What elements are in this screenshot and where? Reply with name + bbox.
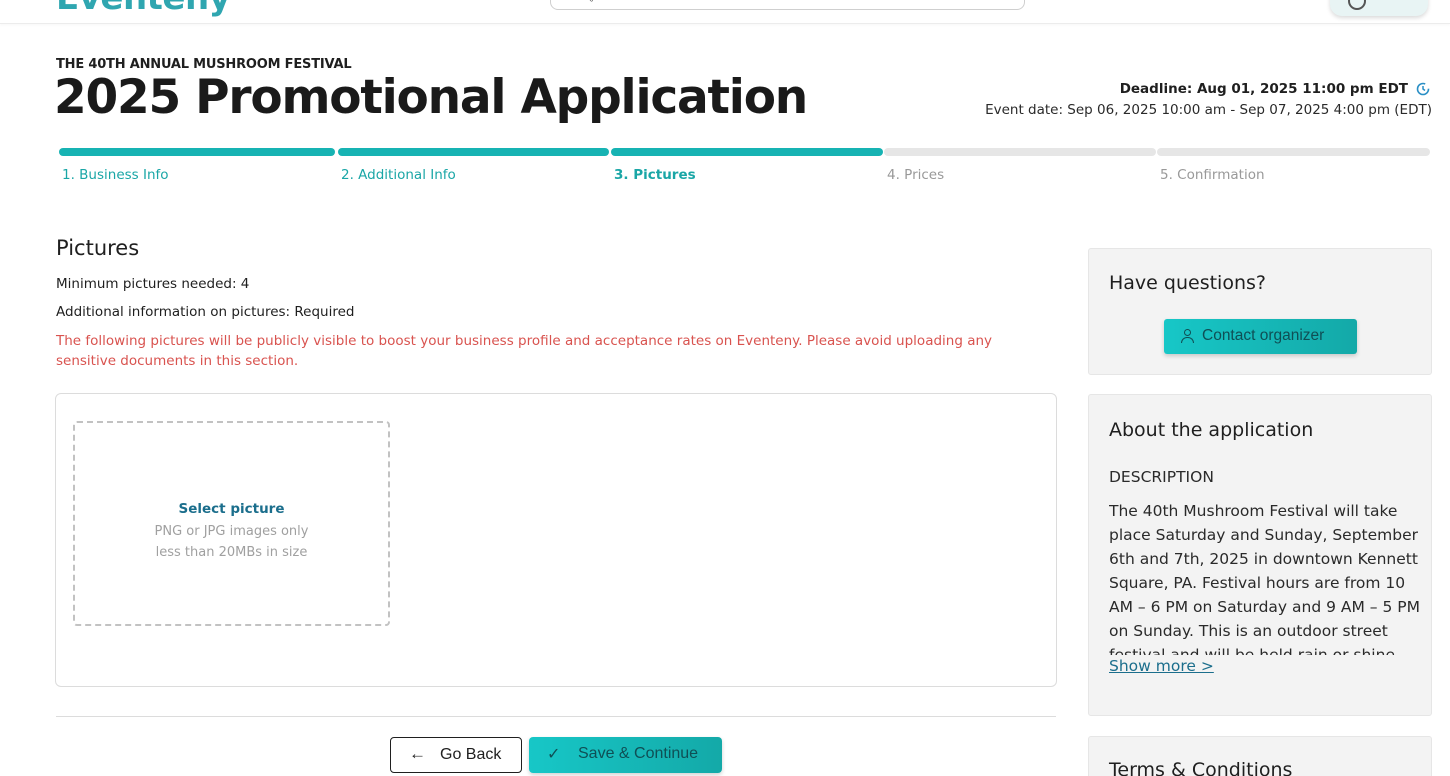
deadline-text: Deadline: Aug 01, 2025 11:00 pm EDT: [1119, 81, 1408, 97]
minimum-pictures-text: Minimum pictures needed: 4: [56, 276, 250, 292]
go-back-label: Go Back: [440, 746, 502, 763]
step-prices[interactable]: 4. Prices: [882, 148, 1156, 188]
search-icon: 🔍︎: [577, 0, 595, 3]
contact-organizer-button[interactable]: Contact organizer: [1164, 319, 1357, 354]
section-title: Pictures: [56, 236, 140, 260]
clock-icon: [1416, 82, 1430, 96]
step-pictures[interactable]: 3. Pictures: [609, 148, 883, 188]
event-date-text: Event date: Sep 06, 2025 10:00 am - Sep …: [985, 102, 1432, 118]
step-progress-bar: [611, 148, 883, 156]
additional-info-text: Additional information on pictures: Requ…: [56, 304, 355, 320]
step-label: 3. Pictures: [614, 167, 696, 183]
user-menu-button[interactable]: [1330, 0, 1428, 16]
step-confirmation[interactable]: 5. Confirmation: [1155, 148, 1430, 188]
step-progress-bar: [59, 148, 335, 156]
step-progress-bar: [338, 148, 609, 156]
step-label: 2. Additional Info: [341, 167, 456, 183]
eventeny-logo[interactable]: Eventeny: [56, 0, 231, 18]
description-text: The 40th Mushroom Festival will take pla…: [1109, 502, 1420, 655]
step-additional-info[interactable]: 2. Additional Info: [336, 148, 610, 188]
user-icon: [1348, 0, 1366, 10]
go-back-button[interactable]: ← Go Back: [390, 737, 522, 773]
description-heading: DESCRIPTION: [1109, 468, 1214, 486]
top-navigation-bar: Eventeny 🔍︎: [0, 0, 1450, 24]
search-input[interactable]: 🔍︎: [550, 0, 1025, 10]
about-application-card: About the application DESCRIPTION The 40…: [1088, 394, 1432, 716]
divider: [56, 716, 1056, 717]
page-title: 2025 Promotional Application: [54, 70, 808, 125]
file-size-hint: less than 20MBs in size: [155, 545, 308, 560]
picture-dropzone[interactable]: Select picture PNG or JPG images only le…: [73, 421, 390, 626]
step-progress-bar: [1157, 148, 1430, 156]
step-business-info[interactable]: 1. Business Info: [57, 148, 335, 188]
select-picture-link[interactable]: Select picture: [75, 501, 388, 517]
questions-card: Have questions? Contact organizer: [1088, 248, 1432, 375]
save-continue-label: Save & Continue: [578, 745, 699, 762]
arrow-left-icon: ←: [409, 744, 426, 763]
check-icon: ✓: [547, 746, 561, 763]
step-label: 5. Confirmation: [1160, 167, 1265, 183]
show-more-link[interactable]: Show more >: [1109, 657, 1214, 675]
contact-organizer-label: Contact organizer: [1202, 327, 1325, 344]
questions-title: Have questions?: [1109, 272, 1266, 294]
about-title: About the application: [1109, 419, 1314, 441]
step-label: 4. Prices: [887, 167, 945, 183]
person-icon: [1181, 329, 1194, 343]
file-type-hint: PNG or JPG images only: [154, 524, 309, 539]
privacy-warning: The following pictures will be publicly …: [56, 333, 993, 369]
upload-panel: Select picture PNG or JPG images only le…: [55, 393, 1057, 687]
terms-card: Terms & Conditions: [1088, 736, 1432, 776]
step-label: 1. Business Info: [62, 167, 169, 183]
save-continue-button[interactable]: ✓ Save & Continue: [529, 737, 722, 773]
terms-title: Terms & Conditions: [1109, 759, 1293, 776]
step-progress-bar: [884, 148, 1156, 156]
